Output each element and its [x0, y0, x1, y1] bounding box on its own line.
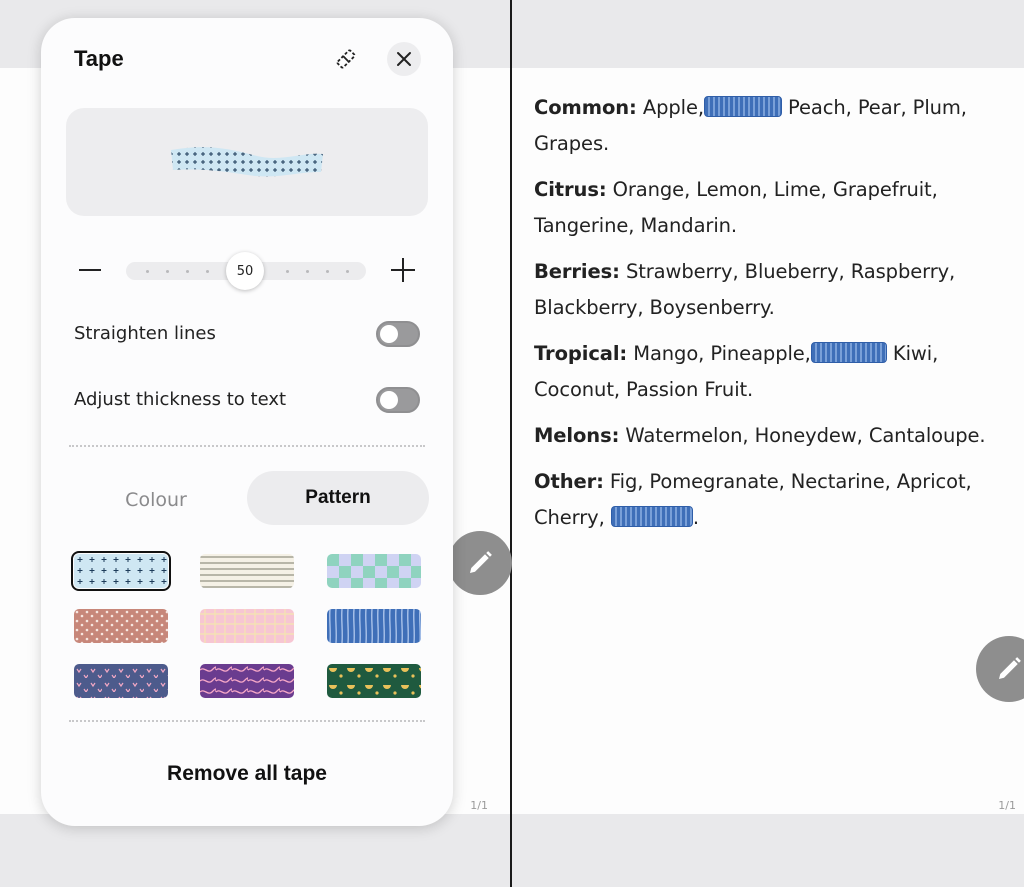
slider-tick — [286, 270, 289, 273]
pattern-swatch-dots[interactable] — [74, 609, 168, 643]
note-line-common: Common: Apple, Peach, Pear, Plum, Grapes… — [534, 90, 1004, 162]
tape-eraser-button[interactable] — [329, 42, 363, 76]
note-text: Mango, Pineapple, — [627, 342, 811, 365]
note-label: Other: — [534, 470, 604, 493]
adjust-thickness-label: Adjust thickness to text — [74, 389, 287, 410]
note-text: Watermelon, Honeydew, Cantaloupe. — [619, 424, 986, 447]
panel-title: Tape — [74, 46, 124, 71]
tape-panel: Tape 50 Straighten lines Adjust thicknes… — [41, 18, 453, 826]
note-body[interactable]: Common: Apple, Peach, Pear, Plum, Grapes… — [534, 90, 1004, 546]
divider — [69, 720, 425, 722]
note-line-other: Other: Fig, Pomegranate, Nectarine, Apri… — [534, 464, 1004, 536]
page-number-left: 1/1 — [470, 799, 488, 812]
hearts-pattern-graphic — [74, 664, 168, 698]
note-label: Common: — [534, 96, 637, 119]
note-label: Citrus: — [534, 178, 607, 201]
remove-all-tape-button[interactable]: Remove all tape — [131, 756, 363, 792]
close-button[interactable] — [387, 42, 421, 76]
note-text: Apple, — [636, 96, 704, 119]
note-line-citrus: Citrus: Orange, Lemon, Lime, Grapefruit,… — [534, 172, 1004, 244]
slider-tick — [166, 270, 169, 273]
tape-eraser-icon — [336, 49, 356, 69]
pen-fab-button[interactable] — [448, 531, 512, 595]
stage: 1/1 1/1 Common: Apple, Peach, Pear, Plum… — [0, 0, 1024, 887]
straighten-lines-toggle[interactable] — [376, 321, 420, 347]
tape-preview-stroke — [171, 147, 323, 177]
pattern-swatch-lines[interactable] — [200, 554, 294, 588]
slider-thumb[interactable]: 50 — [226, 252, 264, 290]
tab-colour[interactable]: Colour — [77, 473, 235, 527]
slider-tick — [346, 270, 349, 273]
shapes-pattern-graphic — [327, 664, 421, 698]
pen-icon — [999, 657, 1021, 679]
note-label: Berries: — [534, 260, 620, 283]
slider-tick — [146, 270, 149, 273]
checker-pattern-graphic — [327, 554, 421, 588]
lines-pattern-graphic — [200, 554, 294, 588]
slider-tick — [306, 270, 309, 273]
pattern-swatch-hearts[interactable] — [74, 664, 168, 698]
pen-icon — [470, 551, 492, 573]
divider — [69, 445, 425, 447]
pattern-swatch-grid[interactable] — [200, 609, 294, 643]
note-line-berries: Berries: Strawberry, Blueberry, Raspberr… — [534, 254, 1004, 326]
pattern-swatch-shapes[interactable] — [327, 664, 421, 698]
note-label: Melons: — [534, 424, 620, 447]
stripes-pattern-graphic — [327, 609, 421, 643]
dots-pattern-graphic — [74, 609, 168, 643]
pattern-swatch-stripes[interactable] — [327, 609, 421, 643]
slider-tick — [326, 270, 329, 273]
tape-strip[interactable] — [810, 342, 887, 363]
pattern-swatch-checker[interactable] — [327, 554, 421, 588]
tab-pattern[interactable]: Pattern — [247, 471, 429, 525]
thickness-slider[interactable]: 50 — [126, 252, 366, 290]
slider-tick — [186, 270, 189, 273]
minus-icon — [79, 269, 101, 271]
note-label: Tropical: — [534, 342, 628, 365]
note-line-tropical: Tropical: Mango, Pineapple, Kiwi, Coconu… — [534, 336, 1004, 408]
note-text: . — [692, 506, 699, 529]
tape-strip[interactable] — [703, 96, 782, 117]
grid-pattern-graphic — [200, 609, 294, 643]
adjust-thickness-toggle[interactable] — [376, 387, 420, 413]
pattern-swatch-plus[interactable] — [71, 551, 171, 591]
pattern-swatch-waves[interactable] — [200, 664, 294, 698]
tape-strip[interactable] — [610, 506, 693, 527]
waves-pattern-graphic — [200, 664, 294, 698]
plus-icon — [391, 258, 415, 282]
tape-preview — [66, 108, 428, 216]
close-icon — [397, 52, 411, 66]
straighten-lines-label: Straighten lines — [74, 323, 216, 344]
note-line-melons: Melons: Watermelon, Honeydew, Cantaloupe… — [534, 418, 1004, 454]
slider-tick — [206, 270, 209, 273]
increase-thickness-button[interactable] — [390, 257, 416, 283]
decrease-thickness-button[interactable] — [77, 257, 103, 283]
plus-pattern-graphic — [74, 554, 168, 588]
page-number-right: 1/1 — [998, 799, 1016, 812]
